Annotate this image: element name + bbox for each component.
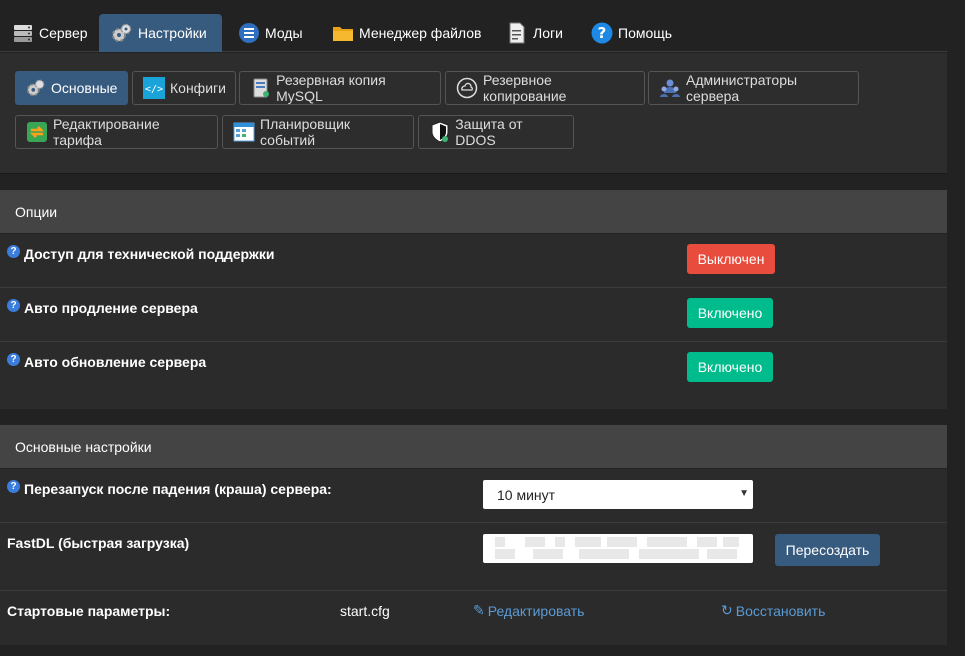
settings-subnav: Основные </> Конфиги Резервная копия MyS… bbox=[0, 53, 947, 174]
restart-delay-value: 10 минут bbox=[497, 486, 556, 503]
restore-link-label: Восстановить bbox=[735, 602, 826, 619]
main-settings-card: Основные настройки ? Перезапуск после па… bbox=[0, 425, 947, 645]
refresh-arrows-icon bbox=[26, 121, 48, 143]
tab-mods[interactable]: Моды bbox=[226, 14, 315, 52]
fastdl-url-field[interactable] bbox=[483, 534, 753, 563]
help-tooltip-icon[interactable]: ? bbox=[7, 245, 20, 258]
fastdl-row: FastDL (быстрая загрузка) Пересоздать bbox=[0, 523, 947, 591]
subtab-event-scheduler[interactable]: Планировщик событий bbox=[222, 115, 414, 149]
top-navigation: Сервер Настройки Моды Менеджер файлов Ло… bbox=[0, 14, 947, 52]
regenerate-button[interactable]: Пересоздать bbox=[775, 534, 880, 566]
startup-params-row: Стартовые параметры: start.cfg ✎ Редакти… bbox=[0, 591, 947, 645]
edit-link-label: Редактировать bbox=[487, 602, 585, 619]
help-tooltip-icon[interactable]: ? bbox=[7, 299, 20, 312]
code-icon: </> bbox=[143, 77, 165, 99]
subtab-label: Резервное копирование bbox=[483, 72, 567, 104]
subtab-ddos-protection[interactable]: Защита от DDOS bbox=[418, 115, 574, 149]
subtab-mysql-backup[interactable]: Резервная копия MySQL bbox=[239, 71, 441, 105]
main-settings-header: Основные настройки bbox=[0, 425, 947, 469]
shield-icon bbox=[429, 121, 450, 143]
startup-params-label: Стартовые параметры: bbox=[7, 603, 171, 619]
subtab-label: Редактирование тарифа bbox=[53, 116, 160, 148]
refresh-icon: ↻ bbox=[721, 602, 733, 618]
tab-label: Настройки bbox=[138, 25, 207, 41]
subtab-main[interactable]: Основные bbox=[15, 71, 128, 105]
tab-label: Сервер bbox=[39, 25, 88, 41]
chevron-down-icon: ▼ bbox=[739, 488, 749, 499]
pencil-icon: ✎ bbox=[473, 602, 485, 618]
options-card: Опции ? Доступ для технической поддержки… bbox=[0, 190, 947, 409]
restart-label: Перезапуск после падения (краша) сервера… bbox=[24, 481, 332, 497]
users-icon bbox=[659, 77, 681, 99]
tab-logs[interactable]: Логи bbox=[494, 14, 575, 52]
tab-server[interactable]: Сервер bbox=[0, 14, 100, 52]
tab-label: Моды bbox=[265, 25, 303, 41]
startup-file-name: start.cfg bbox=[340, 603, 390, 619]
help-tooltip-icon[interactable]: ? bbox=[7, 480, 20, 493]
mods-list-icon bbox=[238, 22, 260, 44]
svg-text:?: ? bbox=[598, 24, 607, 42]
option-label: Авто продление сервера bbox=[24, 300, 198, 316]
options-header: Опции bbox=[0, 190, 947, 234]
help-icon: ? bbox=[591, 22, 613, 44]
svg-text:</>: </> bbox=[145, 84, 163, 95]
subtab-edit-tariff[interactable]: Редактирование тарифа bbox=[15, 115, 218, 149]
option-row-auto-update: ? Авто обновление сервера Включено bbox=[0, 342, 947, 396]
option-label: Доступ для технической поддержки bbox=[24, 246, 275, 262]
fastdl-label: FastDL (быстрая загрузка) bbox=[7, 535, 190, 551]
tab-label: Логи bbox=[533, 25, 563, 41]
support-access-toggle[interactable]: Выключен bbox=[687, 244, 775, 274]
subtab-label: Резервная копия MySQL bbox=[276, 72, 386, 104]
auto-renew-toggle[interactable]: Включено bbox=[687, 298, 773, 328]
database-icon bbox=[250, 77, 271, 99]
tab-label: Менеджер файлов bbox=[359, 25, 482, 41]
tab-file-manager[interactable]: Менеджер файлов bbox=[320, 14, 494, 52]
restart-delay-select[interactable]: 10 минут ▼ bbox=[483, 480, 753, 509]
option-row-auto-renew: ? Авто продление сервера Включено bbox=[0, 288, 947, 342]
subtab-backup[interactable]: Резервное копирование bbox=[445, 71, 645, 105]
subtab-label: Основные bbox=[51, 80, 118, 96]
restart-row: ? Перезапуск после падения (краша) серве… bbox=[0, 469, 947, 523]
calendar-icon bbox=[233, 121, 255, 143]
subtab-label: Планировщик событий bbox=[260, 116, 351, 148]
restore-startup-link[interactable]: ↻ Восстановить bbox=[721, 602, 825, 619]
subtab-label: Конфиги bbox=[170, 80, 226, 96]
subtab-label: Защита от DDOS bbox=[455, 116, 523, 148]
tab-label: Помощь bbox=[618, 25, 673, 41]
log-file-icon bbox=[506, 22, 528, 44]
auto-update-toggle[interactable]: Включено bbox=[687, 352, 773, 382]
edit-startup-link[interactable]: ✎ Редактировать bbox=[473, 602, 584, 619]
gears-icon bbox=[26, 77, 46, 99]
help-tooltip-icon[interactable]: ? bbox=[7, 353, 20, 366]
subtab-configs[interactable]: </> Конфиги bbox=[132, 71, 236, 105]
subtab-label: Администраторы сервера bbox=[686, 72, 798, 104]
server-icon bbox=[12, 22, 34, 44]
option-row-support-access: ? Доступ для технической поддержки Выклю… bbox=[0, 234, 947, 288]
subtab-server-admins[interactable]: Администраторы сервера bbox=[648, 71, 859, 105]
gears-icon bbox=[111, 22, 133, 44]
tab-help[interactable]: ? Помощь bbox=[579, 14, 684, 52]
cloud-sync-icon bbox=[456, 77, 478, 99]
folder-icon bbox=[332, 22, 354, 44]
tab-settings[interactable]: Настройки bbox=[99, 14, 222, 52]
option-label: Авто обновление сервера bbox=[24, 354, 207, 370]
